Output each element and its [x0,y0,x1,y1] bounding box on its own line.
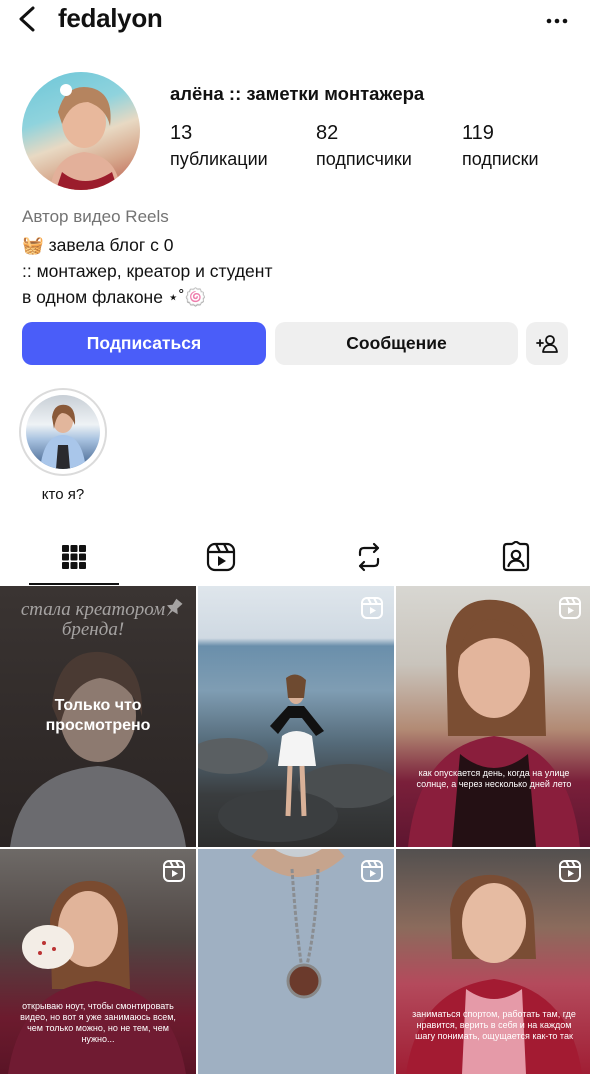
post-thumbnail [408,599,580,847]
profile-category: Автор видео Reels [22,207,169,226]
post-title-line: стала креатором [20,599,166,620]
stat-followers[interactable]: 82 подписчики [316,120,412,172]
post-thumbnail [198,674,394,842]
stat-posts[interactable]: 13 публикации [170,120,268,172]
profile-username: fedalyon [58,3,163,33]
posts-count: 13 [170,122,193,144]
stat-following[interactable]: 119 подписки [462,120,539,172]
tagged-icon [503,540,530,571]
post-tile[interactable]: стала креатором бренда! Только что просм… [0,586,196,847]
post-caption-overlay: заниматься спортом, работать там, где нр… [412,1009,576,1041]
story-highlight[interactable]: кто я? [18,388,108,503]
reel-icon [361,860,383,882]
post-tile[interactable] [198,586,394,847]
tab-reels[interactable] [148,528,296,585]
highlight-ring [19,388,107,476]
bio-line: 🧺 завела блог с 0 [22,235,174,255]
grid-icon [61,544,86,569]
follow-button[interactable]: Подписаться [22,322,266,365]
recently-viewed-label: Только что просмотрено [45,697,151,734]
reel-icon [163,860,185,882]
post-tile[interactable]: заниматься спортом, работать там, где нр… [396,849,590,1074]
highlight-label: кто я? [41,486,85,503]
tab-posts[interactable] [0,528,148,585]
more-horizontal-icon[interactable] [542,4,572,34]
post-tile[interactable] [198,849,394,1074]
top-bar: fedalyon [0,0,590,40]
chevron-left-icon[interactable] [14,4,40,34]
avatar[interactable] [22,72,140,190]
add-user-icon [536,334,558,353]
tab-reposts[interactable] [295,528,443,585]
posts-grid: стала креатором бренда! Только что просм… [0,586,590,1074]
avatar-photo [50,84,120,190]
add-user-button[interactable] [526,322,568,365]
post-title-line: бренда! [61,619,125,640]
following-count: 119 [462,122,494,144]
bio-line: :: монтажер, креатор и студент [22,261,273,281]
posts-label: публикации [170,149,268,169]
profile-tabs [0,528,590,585]
followers-count: 82 [316,122,339,144]
followers-label: подписчики [316,149,412,169]
reel-icon [559,597,581,619]
bio: 🧺 завела блог с 0 :: монтажер, креатор и… [22,232,272,310]
bio-line: в одном флаконе ⋆˚🍥 [22,287,207,307]
reel-icon [361,597,383,619]
post-tile[interactable]: открываю ноут, чтобы смонтировать видео,… [0,849,196,1074]
pin-icon [166,598,183,617]
repost-icon [358,542,379,571]
message-button[interactable]: Сообщение [275,322,518,365]
tab-tagged[interactable] [443,528,590,585]
post-caption-overlay: как опускается день, когда на улице солн… [416,768,572,789]
display-name: алёна :: заметки монтажера [170,83,425,104]
post-tile[interactable]: как опускается день, когда на улице солн… [396,586,590,847]
post-caption-overlay: открываю ноут, чтобы смонтировать видео,… [20,1001,176,1044]
following-label: подписки [462,149,539,169]
post-title-overlay: стала креатором бренда! [20,600,166,640]
reels-icon [207,542,236,571]
reel-icon [559,860,581,882]
highlight-cover [26,395,100,469]
